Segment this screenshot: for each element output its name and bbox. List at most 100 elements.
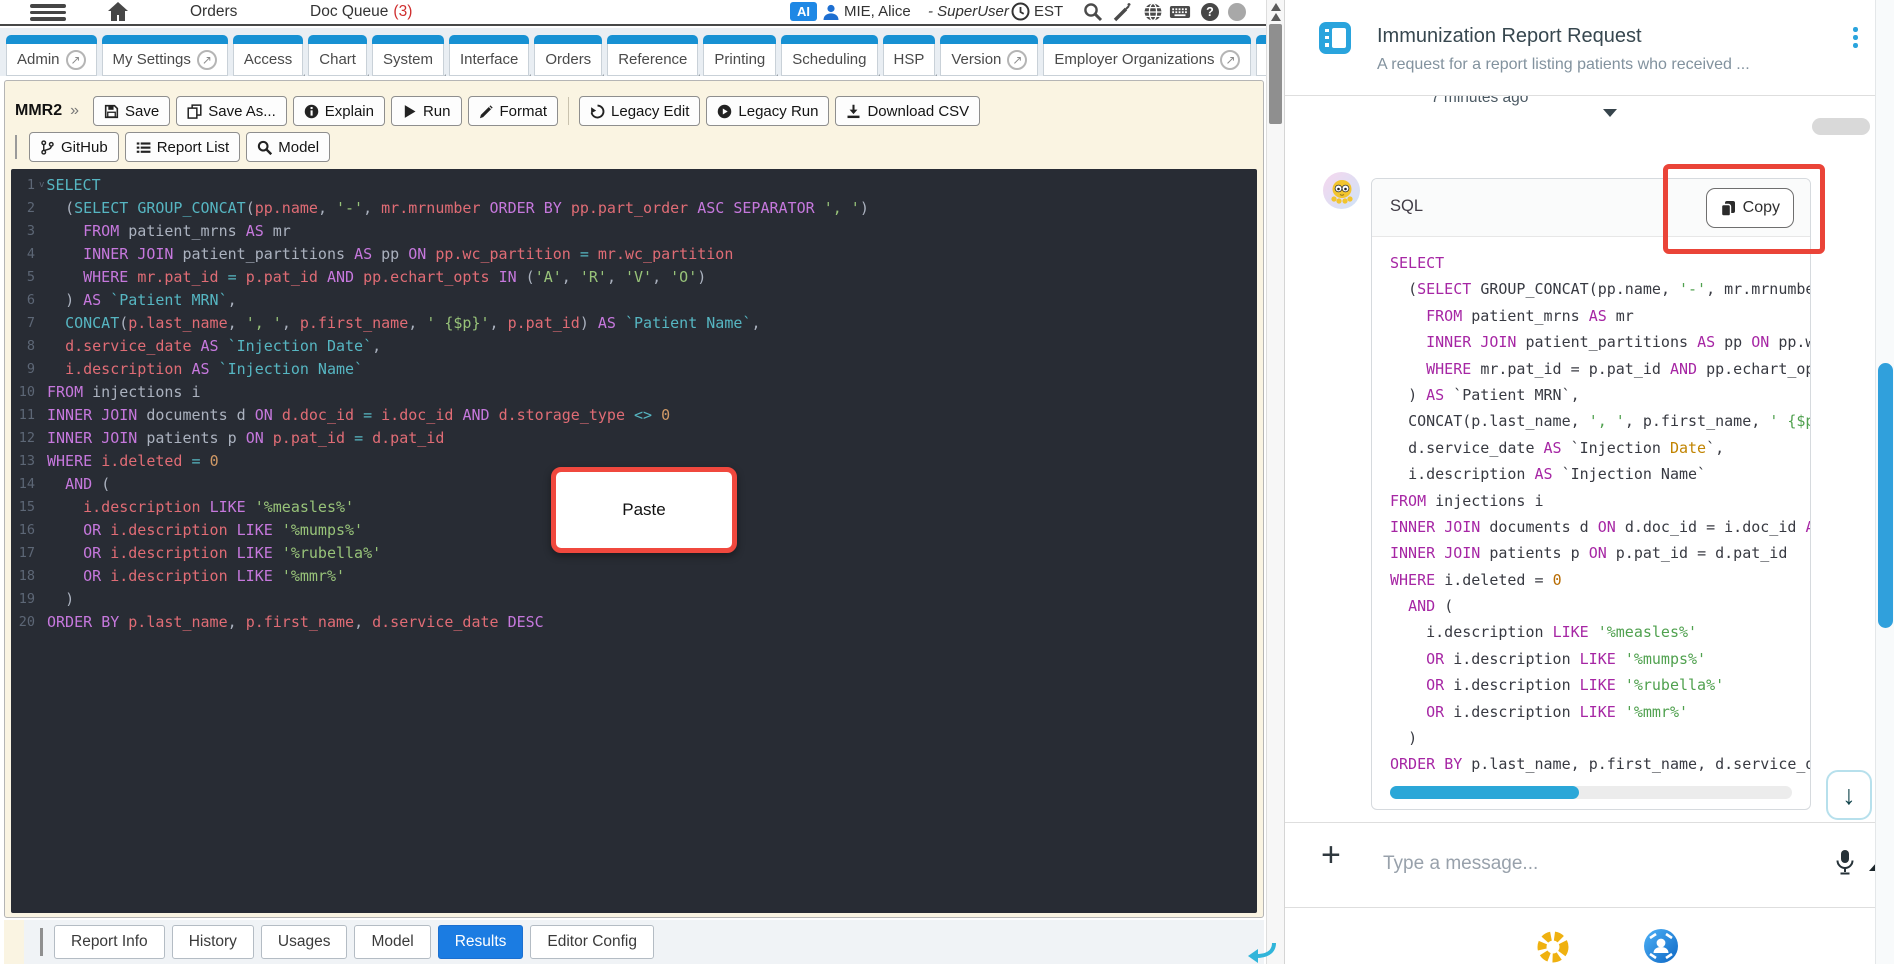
code-line-18: 18 OR i.description LIKE '%mmr%' <box>11 565 1257 588</box>
page-scrollbar-thumb[interactable] <box>1878 363 1893 628</box>
button-label: Model <box>278 138 320 156</box>
line-number[interactable]: 10 <box>11 381 47 404</box>
nav-tab-label: Interface <box>459 51 519 68</box>
line-number[interactable]: 16 <box>11 519 47 542</box>
nav-tab-version[interactable]: Version ↗ <box>940 35 1039 76</box>
toolbar-model-button[interactable]: Model <box>246 132 331 162</box>
assistant-avatar <box>1323 172 1360 209</box>
kebab-menu-icon[interactable] <box>1851 25 1860 50</box>
bottom-tab-usages[interactable]: Usages <box>260 925 348 959</box>
scroll-to-bottom-button[interactable]: ↓ <box>1826 770 1872 820</box>
external-link-icon[interactable]: ↗ <box>65 49 86 70</box>
line-number[interactable]: 13 <box>11 450 47 473</box>
toolbar-github-button[interactable]: GitHub <box>29 132 119 162</box>
line-number[interactable]: 12 <box>11 427 47 450</box>
timestamp-row: 7 minutes ago <box>1285 96 1894 132</box>
nav-tab-reference[interactable]: Reference <box>607 35 699 76</box>
sql-code-block: SELECT (SELECT GROUP_CONCAT(pp.name, '-'… <box>1372 237 1810 778</box>
toolbar-legacy-run-button[interactable]: Legacy Run <box>706 96 830 126</box>
bottom-tab-strip: Report Info History Usages Model Results Edit… <box>4 920 1264 964</box>
line-number[interactable]: 6 <box>11 289 47 312</box>
chat-code-line-8: d.service_date AS `Injection Date`, <box>1408 438 1725 457</box>
scrollbar-thumb[interactable] <box>1269 24 1282 124</box>
scroll-up-icon[interactable] <box>1271 3 1281 11</box>
attach-plus-button[interactable]: + <box>1321 838 1341 872</box>
help-icon[interactable]: ? <box>1199 1 1221 23</box>
toolbar-legacy-edit-button[interactable]: Legacy Edit <box>579 96 701 126</box>
bottom-tab-history[interactable]: History <box>171 925 254 959</box>
nav-tab-employer-organizations[interactable]: Employer Organizations ↗ <box>1043 35 1252 76</box>
toolbar-explain-button[interactable]: Explain <box>292 96 385 126</box>
toolbar-download-csv-button[interactable]: Download CSV <box>835 96 981 126</box>
keyboard-icon[interactable] <box>1169 1 1191 23</box>
line-number[interactable]: 8 <box>11 335 47 358</box>
nav-tab-orders[interactable]: Orders <box>534 35 603 76</box>
toolbar-save-as-button[interactable]: Save As... <box>176 96 287 126</box>
nav-tab-scheduling[interactable]: Scheduling <box>781 35 878 76</box>
copy-button[interactable]: Copy <box>1705 188 1794 228</box>
line-number[interactable]: 20 <box>11 611 47 634</box>
line-number[interactable]: 18 <box>11 565 47 588</box>
scroll-up-icon-2[interactable] <box>1271 13 1281 21</box>
external-link-icon[interactable]: ↗ <box>1220 49 1241 70</box>
toolbar-save-button[interactable]: Save <box>93 96 171 126</box>
line-number[interactable]: 19 <box>11 588 47 611</box>
message-input[interactable]: Type a message... <box>1383 853 1803 875</box>
search-icon[interactable] <box>1082 1 1104 23</box>
left-panel-scrollbar[interactable] <box>1266 0 1284 964</box>
breadcrumb-orders[interactable]: Orders <box>190 3 237 21</box>
user-icon <box>822 3 840 26</box>
nav-tab-system[interactable]: System <box>371 35 444 76</box>
line-number[interactable]: 5 <box>11 266 47 289</box>
nav-tab-provider[interactable]: Provider <box>1256 35 1266 76</box>
line-number[interactable]: 17 <box>11 542 47 565</box>
microphone-icon[interactable] <box>1834 849 1856 880</box>
line-number[interactable]: 15 <box>11 496 47 519</box>
nav-tab-chart[interactable]: Chart <box>308 35 367 76</box>
user-name: MIE, Alice <box>844 3 911 20</box>
wand-icon[interactable] <box>1112 1 1134 23</box>
toolbar-run-button[interactable]: Run <box>390 96 462 126</box>
assistant-logo-icon[interactable] <box>1641 926 1681 964</box>
report-name-chevron[interactable]: » <box>70 102 79 120</box>
line-number[interactable]: 3 <box>11 220 47 243</box>
home-icon[interactable] <box>107 1 129 27</box>
bottom-tab-editor-config[interactable]: Editor Config <box>530 925 654 959</box>
timestamp-caret-icon[interactable] <box>1603 109 1617 117</box>
external-link-icon[interactable]: ↗ <box>1007 49 1028 70</box>
ai-badge[interactable]: AI <box>790 2 817 21</box>
nav-tab-admin[interactable]: Admin ↗ <box>6 35 97 76</box>
toolbar-report-list-button[interactable]: Report List <box>124 132 241 162</box>
bottom-tab-results[interactable]: Results <box>437 925 524 959</box>
line-number[interactable]: 11 <box>11 404 47 427</box>
nav-tab-access[interactable]: Access <box>232 35 304 76</box>
paste-button[interactable]: Paste <box>551 467 737 553</box>
fold-caret-icon[interactable]: v <box>39 174 44 197</box>
line-number[interactable]: 4 <box>11 243 47 266</box>
nav-tab-printing[interactable]: Printing <box>703 35 777 76</box>
line-number[interactable]: 14 <box>11 473 47 496</box>
chat-code-line-9: i.description AS `Injection Name` <box>1408 465 1707 484</box>
presence-icon[interactable] <box>1226 1 1248 23</box>
line-number[interactable]: 9 <box>11 358 47 381</box>
toolbar-format-button[interactable]: Format <box>467 96 559 126</box>
button-label: Save As... <box>208 102 276 120</box>
external-link-icon[interactable]: ↗ <box>196 49 217 70</box>
reply-arrow-icon[interactable] <box>1248 942 1276 964</box>
octopus-icon <box>1330 179 1353 204</box>
nav-tab-interface[interactable]: Interface <box>448 35 530 76</box>
page-scrollbar[interactable] <box>1875 0 1894 964</box>
nav-tab-hsp[interactable]: HSP <box>882 35 936 76</box>
line-number[interactable]: 2 <box>11 197 47 220</box>
code-line-7: 7 CONCAT(p.last_name, ', ', p.first_name… <box>11 312 1257 335</box>
code-line-2: 2 (SELECT GROUP_CONCAT(pp.name, '-', mr.… <box>11 197 1257 220</box>
hamburger-menu-icon[interactable] <box>30 4 66 21</box>
breadcrumb-doc-queue[interactable]: Doc Queue (3) <box>310 3 412 21</box>
globe-icon[interactable] <box>1142 1 1164 23</box>
bottom-tab-report-info[interactable]: Report Info <box>54 925 165 959</box>
bottom-tab-model[interactable]: Model <box>354 925 431 959</box>
gear-spinner-icon[interactable] <box>1534 928 1572 964</box>
line-number[interactable]: 7 <box>11 312 47 335</box>
panel-icon[interactable] <box>1319 22 1351 54</box>
nav-tab-my-settings[interactable]: My Settings ↗ <box>101 35 228 76</box>
